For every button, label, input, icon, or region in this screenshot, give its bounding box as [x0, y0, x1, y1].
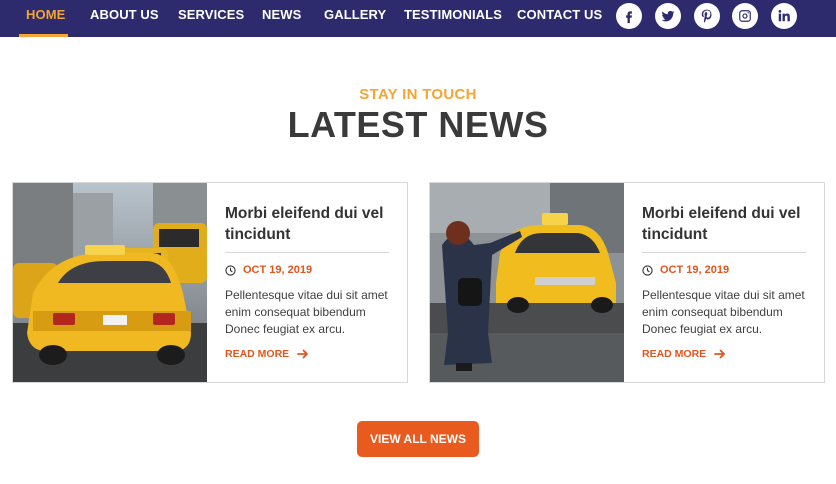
read-more-label[interactable]: READ MORE — [642, 348, 706, 360]
news-card-date: OCT 19, 2019 — [660, 264, 730, 276]
news-card-image[interactable] — [430, 183, 624, 382]
pinterest-icon[interactable] — [694, 3, 720, 29]
read-more-label[interactable]: READ MORE — [225, 348, 289, 360]
clock-icon — [225, 264, 236, 276]
top-navigation: HOME ABOUT US SERVICES NEWS GALLERY TEST… — [0, 0, 836, 37]
arrow-right-icon — [297, 349, 309, 359]
section-title: LATEST NEWS — [287, 104, 549, 145]
nav-news[interactable]: NEWS — [262, 0, 301, 37]
arrow-right-icon — [714, 349, 726, 359]
clock-icon — [642, 264, 653, 276]
news-card-image[interactable] — [13, 183, 207, 382]
twitter-icon[interactable] — [655, 3, 681, 29]
facebook-icon[interactable] — [616, 3, 642, 29]
read-more-link[interactable]: READ MORE — [642, 348, 726, 360]
nav-gallery[interactable]: GALLERY — [324, 0, 386, 37]
view-all-news-button[interactable]: VIEW ALL NEWS — [357, 421, 479, 457]
nav-services[interactable]: SERVICES — [178, 0, 244, 37]
instagram-icon[interactable] — [732, 3, 758, 29]
news-card: Morbi eleifend dui vel tincidunt OCT 19,… — [12, 182, 408, 383]
divider — [642, 252, 806, 253]
news-card-excerpt: Pellentesque vitae dui sit amet enim con… — [642, 288, 805, 336]
news-card-excerpt: Pellentesque vitae dui sit amet enim con… — [225, 288, 388, 336]
section-kicker: STAY IN TOUCH — [359, 86, 477, 103]
divider — [225, 252, 389, 253]
nav-home[interactable]: HOME — [26, 0, 65, 37]
news-card-title[interactable]: Morbi eleifend dui vel tincidunt — [225, 203, 395, 245]
nav-contact-us[interactable]: CONTACT US — [517, 0, 602, 37]
read-more-link[interactable]: READ MORE — [225, 348, 309, 360]
news-card-date: OCT 19, 2019 — [243, 264, 313, 276]
news-card: Morbi eleifend dui vel tincidunt OCT 19,… — [429, 182, 825, 383]
active-nav-indicator — [19, 34, 68, 37]
nav-about-us[interactable]: ABOUT US — [90, 0, 159, 37]
nav-testimonials[interactable]: TESTIMONIALS — [404, 0, 502, 37]
linkedin-icon[interactable] — [771, 3, 797, 29]
news-card-title[interactable]: Morbi eleifend dui vel tincidunt — [642, 203, 812, 245]
